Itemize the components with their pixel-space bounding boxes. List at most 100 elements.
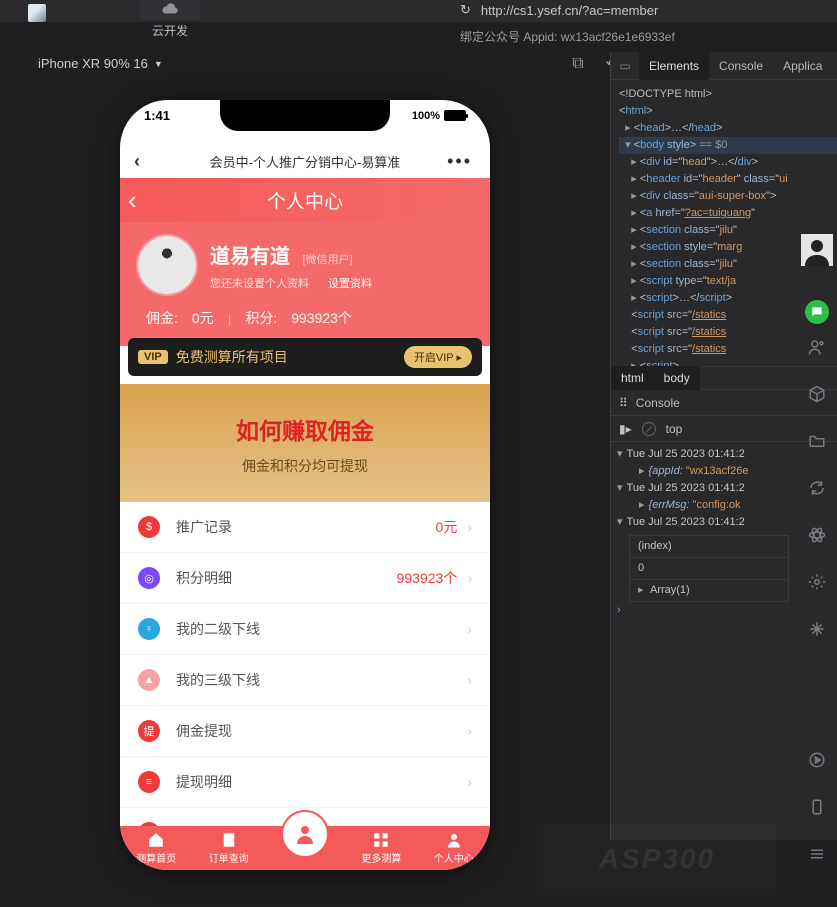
rail-gear-icon[interactable] <box>808 573 826 596</box>
rail-atom-icon[interactable] <box>808 526 826 549</box>
menu-item-icon: ▲ <box>138 669 160 691</box>
profile-set-link[interactable]: 设置资料 <box>328 278 372 290</box>
devtools-right-rail <box>797 338 837 868</box>
rail-music-icon[interactable] <box>808 751 826 774</box>
vip-badge: VIP <box>138 350 168 364</box>
chevron-right-icon: › <box>467 672 472 688</box>
rail-cube-icon[interactable] <box>808 385 826 408</box>
dom-node[interactable]: <html> <box>619 103 837 120</box>
profile-card: 道易有道 [微信用户] 您还未设置个人资料 设置资料 佣金: 0元 | 积分: … <box>120 222 490 346</box>
ide-top-bar <box>0 0 837 22</box>
menu-item-icon: ≡ <box>138 771 160 793</box>
profile-notset: 您还未设置个人资料 <box>210 278 309 290</box>
menu-item[interactable]: $ 推广记录 0元 › <box>120 502 490 553</box>
console-sidebar-icon[interactable]: ▮▸ <box>619 422 632 436</box>
dom-node[interactable]: ▸ <div id="head">…</div> <box>619 154 837 171</box>
cloud-dev-icon[interactable] <box>140 0 200 20</box>
earn-banner[interactable]: 如何赚取佣金 佣金和积分均可提现 <box>120 384 490 502</box>
app-back-icon[interactable]: ‹ <box>128 187 137 213</box>
rail-menu-icon[interactable] <box>808 845 826 868</box>
menu-item[interactable]: 提 佣金提现 › <box>120 706 490 757</box>
menu-item[interactable]: ◎ 积分明细 993923个 › <box>120 553 490 604</box>
vip-text: 免费测算所有项目 <box>176 347 396 367</box>
devtools-tabs: ▭ Elements Console Applica <box>611 52 837 80</box>
element-picker-icon[interactable]: ▭ <box>611 59 639 73</box>
miniprogram-header: ‹ 会员中-个人推广分销中心-易算准 ••• <box>120 144 490 178</box>
bottom-tabbar: 测算首页 订单查询 更多测算 个人中心 <box>120 826 490 870</box>
dom-node[interactable]: ▸ <script type="text/ja <box>619 273 837 290</box>
commission-value: 0元 <box>192 308 214 328</box>
points-value: 993923个 <box>291 308 352 328</box>
chevron-right-icon: › <box>467 621 472 637</box>
tab-center[interactable] <box>281 810 329 858</box>
menu-item-label: 我的三级下线 <box>176 670 457 690</box>
clear-console-icon[interactable] <box>642 422 656 436</box>
tab-home[interactable]: 测算首页 <box>136 831 176 865</box>
tab-profile[interactable]: 个人中心 <box>434 831 474 865</box>
user-tag: [微信用户] <box>302 254 352 266</box>
app-title: 个人中心 <box>267 187 343 214</box>
status-time: 1:41 <box>144 108 170 123</box>
dom-node[interactable]: ▸ <div class="aui-super-box"> <box>619 188 837 205</box>
console-table: (index)0▸ Array(1) <box>629 535 789 602</box>
menu-item-icon: ◎ <box>138 567 160 589</box>
chevron-right-icon: › <box>467 519 472 535</box>
mini-back-icon[interactable]: ‹ <box>134 151 140 172</box>
menu-item-value: 0元 <box>436 517 458 537</box>
rail-spark-icon[interactable] <box>808 620 826 643</box>
chevron-right-icon: › <box>467 570 472 586</box>
tab-orders[interactable]: 订单查询 <box>209 831 249 865</box>
rail-chat-icon[interactable] <box>805 300 829 324</box>
rail-refresh-icon[interactable] <box>808 479 826 502</box>
tab-more[interactable]: 更多测算 <box>361 831 401 865</box>
mini-title: 会员中-个人推广分销中心-易算准 <box>210 152 401 171</box>
vip-banner[interactable]: VIP 免费测算所有项目 开启VIP ▸ <box>128 338 482 376</box>
user-stats: 佣金: 0元 | 积分: 993923个 <box>138 308 472 328</box>
dom-node[interactable]: ▸ <a href="?ac=tuiguang" <box>619 205 837 222</box>
project-avatar[interactable] <box>24 0 69 38</box>
app-viewport: ‹ 个人中心 道易有道 [微信用户] 您还未设置个人资料 设置资料 佣金: 0元… <box>120 178 490 870</box>
url-bar[interactable]: ↻ http://cs1.ysef.cn/?ac=member <box>460 2 658 18</box>
reload-icon[interactable]: ↻ <box>460 2 471 18</box>
url-text: http://cs1.ysef.cn/?ac=member <box>481 3 658 18</box>
dom-node[interactable]: ▾ <body style> == $0 <box>619 137 837 154</box>
menu-item-label: 我的二级下线 <box>176 619 457 639</box>
rail-contacts-icon[interactable] <box>808 338 826 361</box>
mini-menu-icon[interactable]: ••• <box>447 151 472 172</box>
menu-item[interactable]: ▲ 我的三级下线 › <box>120 655 490 706</box>
tab-application[interactable]: Applica <box>773 52 832 80</box>
device-selector[interactable]: iPhone XR 90% 16▼ <box>38 56 163 71</box>
menu-item-icon: ♀ <box>138 618 160 640</box>
earn-subtitle: 佣金和积分均可提现 <box>120 456 490 476</box>
console-context[interactable]: top <box>666 422 683 436</box>
menu-item-label: 推广记录 <box>176 517 436 537</box>
menu-item-label: 佣金提现 <box>176 721 457 741</box>
console-drawer-toggle[interactable]: ⠿ <box>619 396 628 410</box>
copy-icon[interactable]: ⧉ <box>570 56 586 72</box>
tab-console[interactable]: Console <box>709 52 773 80</box>
user-avatar[interactable] <box>138 236 196 294</box>
rail-user-avatar[interactable] <box>801 234 833 266</box>
cloud-dev-label[interactable]: 云开发 <box>140 22 200 39</box>
dom-node[interactable]: ▸ <head>…</head> <box>619 120 837 137</box>
vip-open-button[interactable]: 开启VIP ▸ <box>404 346 472 368</box>
rail-folder-icon[interactable] <box>808 432 826 455</box>
menu-item-icon: 提 <box>138 720 160 742</box>
tab-elements[interactable]: Elements <box>639 52 709 80</box>
menu-item[interactable]: ≡ 提现明细 › <box>120 757 490 808</box>
menu-item-label: 积分明细 <box>176 568 397 588</box>
dom-node[interactable]: ▸ <script>…</script> <box>619 290 837 307</box>
menu-item-value: 993923个 <box>397 568 458 588</box>
earn-title: 如何赚取佣金 <box>120 412 490 446</box>
battery-icon <box>444 110 466 121</box>
phone-notch <box>220 100 390 131</box>
app-header: ‹ 个人中心 <box>120 178 490 222</box>
menu-item-label: 提现明细 <box>176 772 457 792</box>
rail-device-icon[interactable] <box>808 798 826 821</box>
chevron-right-icon: › <box>467 723 472 739</box>
menu-item[interactable]: ♀ 我的二级下线 › <box>120 604 490 655</box>
menu-list: $ 推广记录 0元 ›◎ 积分明细 993923个 ›♀ 我的二级下线 ›▲ 我… <box>120 502 490 859</box>
dom-node[interactable]: ▸ <header id="header" class="ui <box>619 171 837 188</box>
dom-tree[interactable]: <!DOCTYPE html><html> ▸ <head>…</head> ▾… <box>611 80 837 366</box>
dom-node[interactable]: <!DOCTYPE html> <box>619 86 837 103</box>
